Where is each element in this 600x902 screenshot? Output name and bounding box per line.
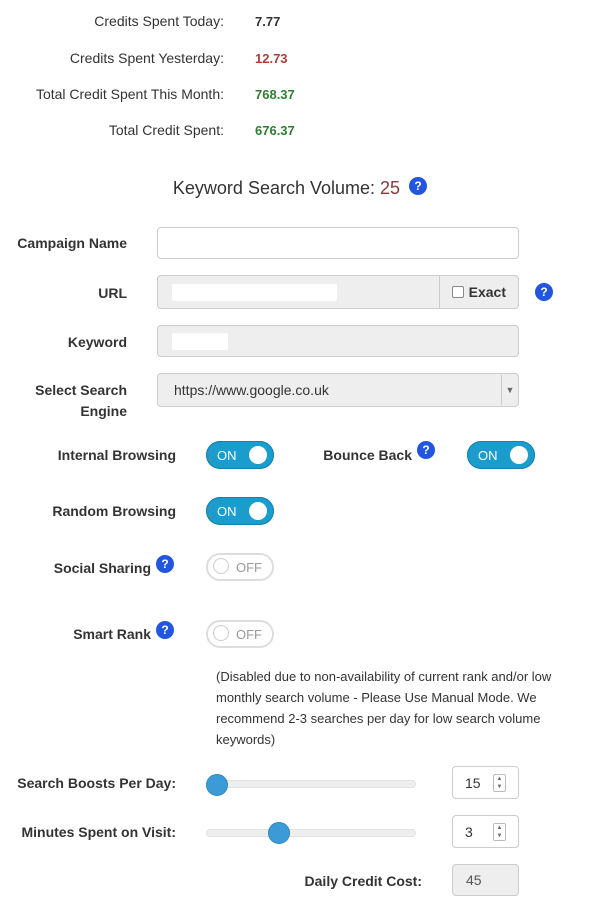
- keyword-label: Keyword: [67, 334, 127, 350]
- keyword-value: [172, 332, 228, 350]
- exact-label: Exact: [468, 284, 506, 300]
- boosts-spinner[interactable]: 15 ▲ ▼: [452, 766, 519, 799]
- toggle-state: ON: [217, 447, 237, 463]
- minutes-spinner[interactable]: 3 ▲ ▼: [452, 815, 519, 848]
- question-circle-icon[interactable]: ?: [409, 177, 428, 196]
- boosts-slider-handle[interactable]: [206, 774, 228, 796]
- campaign-name-label: Campaign Name: [17, 235, 127, 251]
- boosts-label: Search Boosts Per Day:: [17, 775, 176, 791]
- question-circle-icon[interactable]: ?: [417, 441, 435, 459]
- toggle-knob: [249, 502, 267, 520]
- credits-today-label: Credits Spent Today:: [94, 13, 224, 29]
- credits-yesterday-label: Credits Spent Yesterday:: [69, 50, 224, 66]
- toggle-state: OFF: [236, 559, 262, 575]
- up-down-arrows-icon[interactable]: ▲ ▼: [493, 823, 506, 841]
- campaign-name-input[interactable]: [157, 227, 519, 259]
- bounce-back-toggle[interactable]: ON: [467, 441, 535, 469]
- internal-browsing-toggle[interactable]: ON: [206, 441, 274, 469]
- toggle-state: ON: [478, 447, 498, 463]
- credits-month-label: Total Credit Spent This Month:: [35, 86, 224, 102]
- minutes-value: 3: [465, 823, 473, 840]
- url-value: [172, 283, 337, 301]
- smart-rank-note: (Disabled due to non-availability of cur…: [216, 669, 552, 747]
- boosts-slider-track[interactable]: [206, 780, 416, 788]
- credits-yesterday-value: 12.73: [255, 51, 288, 66]
- up-down-arrows-icon[interactable]: ▲ ▼: [493, 774, 506, 792]
- url-label: URL: [98, 285, 127, 301]
- social-sharing-label: Social Sharing: [53, 560, 151, 576]
- daily-cost-label: Daily Credit Cost:: [304, 873, 422, 889]
- search-engine-value: https://www.google.co.uk: [174, 382, 329, 398]
- search-engine-select[interactable]: https://www.google.co.uk ▼: [157, 373, 519, 407]
- smart-rank-toggle[interactable]: OFF: [206, 620, 274, 648]
- exact-option[interactable]: Exact: [438, 276, 518, 308]
- toggle-knob: [213, 558, 229, 574]
- minutes-label: Minutes Spent on Visit:: [21, 824, 176, 840]
- url-input[interactable]: Exact: [157, 275, 519, 309]
- question-circle-icon[interactable]: ?: [156, 555, 174, 573]
- search-engine-label: Select Search Engine: [35, 382, 127, 419]
- keyword-volume-label: Keyword Search Volume:: [172, 178, 376, 198]
- internal-browsing-label: Internal Browsing: [57, 447, 176, 463]
- toggle-knob: [249, 446, 267, 464]
- question-circle-icon[interactable]: ?: [535, 283, 553, 301]
- question-circle-icon[interactable]: ?: [156, 621, 174, 639]
- exact-checkbox[interactable]: [451, 286, 464, 298]
- toggle-state: OFF: [236, 626, 262, 642]
- credits-month-value: 768.37: [255, 87, 295, 102]
- social-sharing-toggle[interactable]: OFF: [206, 553, 274, 581]
- keyword-input[interactable]: [157, 325, 519, 357]
- boosts-value: 15: [465, 774, 481, 791]
- smart-rank-label: Smart Rank: [73, 626, 151, 642]
- credits-total-value: 676.37: [255, 123, 295, 138]
- keyword-volume-value: 25: [380, 178, 401, 198]
- random-browsing-label: Random Browsing: [52, 503, 176, 519]
- credits-today-value: 7.77: [255, 14, 281, 29]
- minutes-slider-handle[interactable]: [268, 822, 291, 844]
- caret-down-icon[interactable]: ▼: [501, 375, 518, 405]
- keyword-volume-heading: Keyword Search Volume: 25 ?: [0, 177, 600, 199]
- toggle-knob: [510, 446, 528, 464]
- daily-cost-field: 45: [452, 864, 519, 896]
- toggle-knob: [213, 625, 229, 641]
- random-browsing-toggle[interactable]: ON: [206, 497, 274, 525]
- credits-total-label: Total Credit Spent:: [108, 122, 224, 138]
- bounce-back-label: Bounce Back: [323, 447, 412, 463]
- toggle-state: ON: [217, 503, 237, 519]
- minutes-slider-track[interactable]: [206, 829, 416, 837]
